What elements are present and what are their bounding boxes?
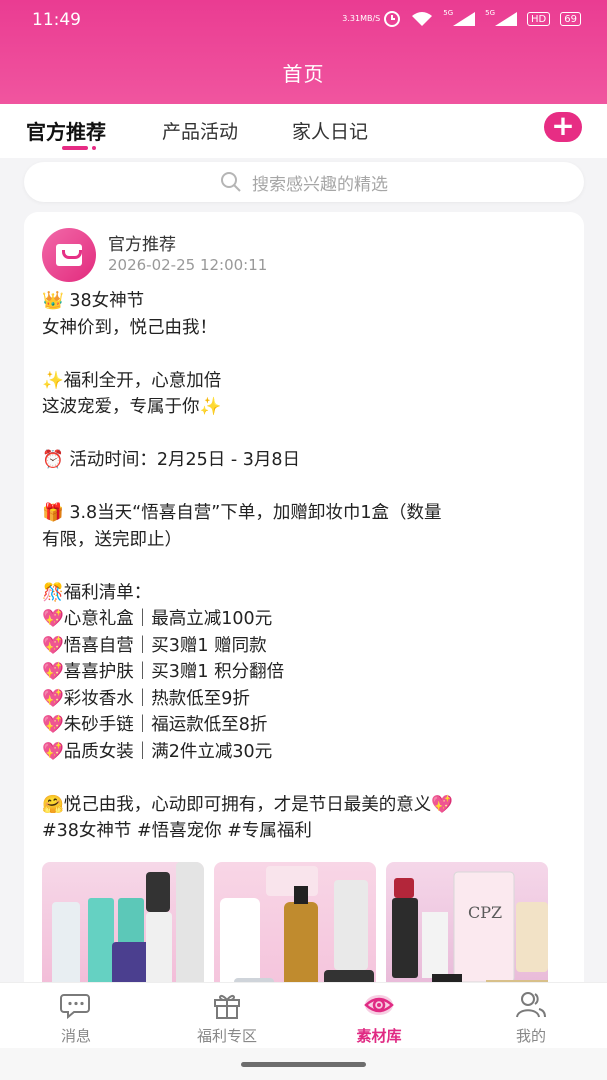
post-card[interactable]: 官方推荐 2026-02-25 12:00:11 👑 38女神节 女神价到，悦己… (24, 212, 584, 1002)
post-line: 💖朱砂手链｜福运款低至8折 (42, 715, 268, 735)
post-image-2[interactable] (214, 862, 376, 1002)
gift-icon (214, 994, 240, 1019)
nav-label: 福利专区 (196, 1027, 257, 1045)
tab-activities[interactable]: 产品活动 (162, 117, 238, 144)
wifi-icon (411, 11, 433, 27)
post-line: #38女神节 #悟喜宠你 #专属福利 (42, 821, 312, 841)
post-line: 💖喜喜护肤｜买3赠1 积分翻倍 (42, 662, 285, 682)
status-icons: 3.31 MB/S 5G 5G HD 69 (342, 9, 581, 28)
nav-label: 消息 (60, 1027, 91, 1045)
search-placeholder: 搜索感兴趣的精选 (252, 174, 388, 195)
search-icon (221, 172, 241, 192)
status-bar: 11:49 3.31 MB/S 5G 5G HD 69 (0, 0, 607, 40)
tab-official[interactable]: 官方推荐 (26, 116, 106, 145)
user-icon (516, 992, 546, 1018)
post-line: 🤗悦己由我，心动即可拥有，才是节日最美的意义💖 (42, 794, 454, 815)
post-line: 💖彩妆香水｜热款低至9折 (42, 688, 250, 709)
post-line: 女神价到，悦己由我！ (42, 317, 217, 338)
post-image-3-label: CPZ (468, 903, 502, 922)
post-line (42, 341, 572, 368)
post-author: 官方推荐 (108, 235, 176, 255)
alarm-icon (383, 10, 401, 28)
signal-icon-2: 5G (485, 9, 518, 26)
status-time: 11:49 (32, 10, 81, 30)
eye-icon (364, 995, 394, 1015)
post-line: 🎁 3.8当天“悟喜自营”下单，加赠卸妆巾1盒（数量 (42, 503, 442, 523)
bottom-nav: 消息 福利专区 素材库 我的 (0, 982, 607, 1048)
post-image-3[interactable]: CPZ (386, 862, 548, 1002)
post-line (42, 765, 572, 792)
screen: 11:49 3.31 MB/S 5G 5G HD 69 首页 官方推荐 产品活动… (0, 0, 607, 1080)
nav-benefits[interactable]: 福利专区 (167, 983, 287, 1049)
post-line: 有限，送完即止） (42, 529, 182, 550)
post-line: ✨福利全开，心意加倍 (42, 370, 222, 391)
chat-icon (60, 994, 90, 1020)
add-button[interactable]: + (544, 112, 582, 142)
page-title: 首页 (282, 62, 325, 86)
nav-profile[interactable]: 我的 (471, 983, 591, 1049)
post-line: 这波宠爱，专属于你✨ (42, 397, 222, 417)
shop-bag-icon (56, 244, 82, 266)
net-speed: 3.31 MB/S (342, 14, 381, 23)
search-bar[interactable]: 搜索感兴趣的精选 (24, 162, 584, 202)
signal-icon: 5G (443, 9, 476, 26)
post-line: 💖心意礼盒｜最高立减100元 (42, 609, 273, 629)
post-image-1[interactable] (42, 862, 204, 1002)
top-bar: 11:49 3.31 MB/S 5G 5G HD 69 首页 (0, 0, 607, 104)
hd-icon: HD (527, 12, 551, 26)
gesture-area (0, 1048, 607, 1080)
avatar[interactable] (42, 228, 96, 282)
battery-icon: 69 (560, 12, 581, 26)
tab-indicator (62, 146, 96, 150)
post-line: 💖悟喜自营｜买3赠1 赠同款 (42, 635, 267, 656)
nav-label: 素材库 (356, 1027, 402, 1045)
post-images: CPZ (42, 862, 562, 1002)
post-line: ⏰ 活动时间：2月25日 - 3月8日 (42, 450, 300, 470)
nav-label: 我的 (515, 1027, 546, 1045)
nav-messages[interactable]: 消息 (16, 983, 136, 1049)
post-line: 💖品质女装｜满2件立减30元 (42, 741, 273, 762)
post-line: 👑 38女神节 (42, 291, 145, 311)
post-line (42, 553, 572, 580)
post-content: 👑 38女神节 女神价到，悦己由我！ ✨福利全开，心意加倍 这波宠爱，专属于你✨… (42, 288, 572, 845)
post-line (42, 474, 572, 501)
nav-materials[interactable]: 素材库 (319, 983, 439, 1049)
post-line: 🎊福利清单： (42, 582, 152, 603)
post-date: 2026-02-25 12:00:11 (108, 256, 268, 274)
gesture-bar[interactable] (241, 1062, 366, 1067)
tab-family-diary[interactable]: 家人日记 (292, 117, 368, 144)
post-line (42, 421, 572, 448)
